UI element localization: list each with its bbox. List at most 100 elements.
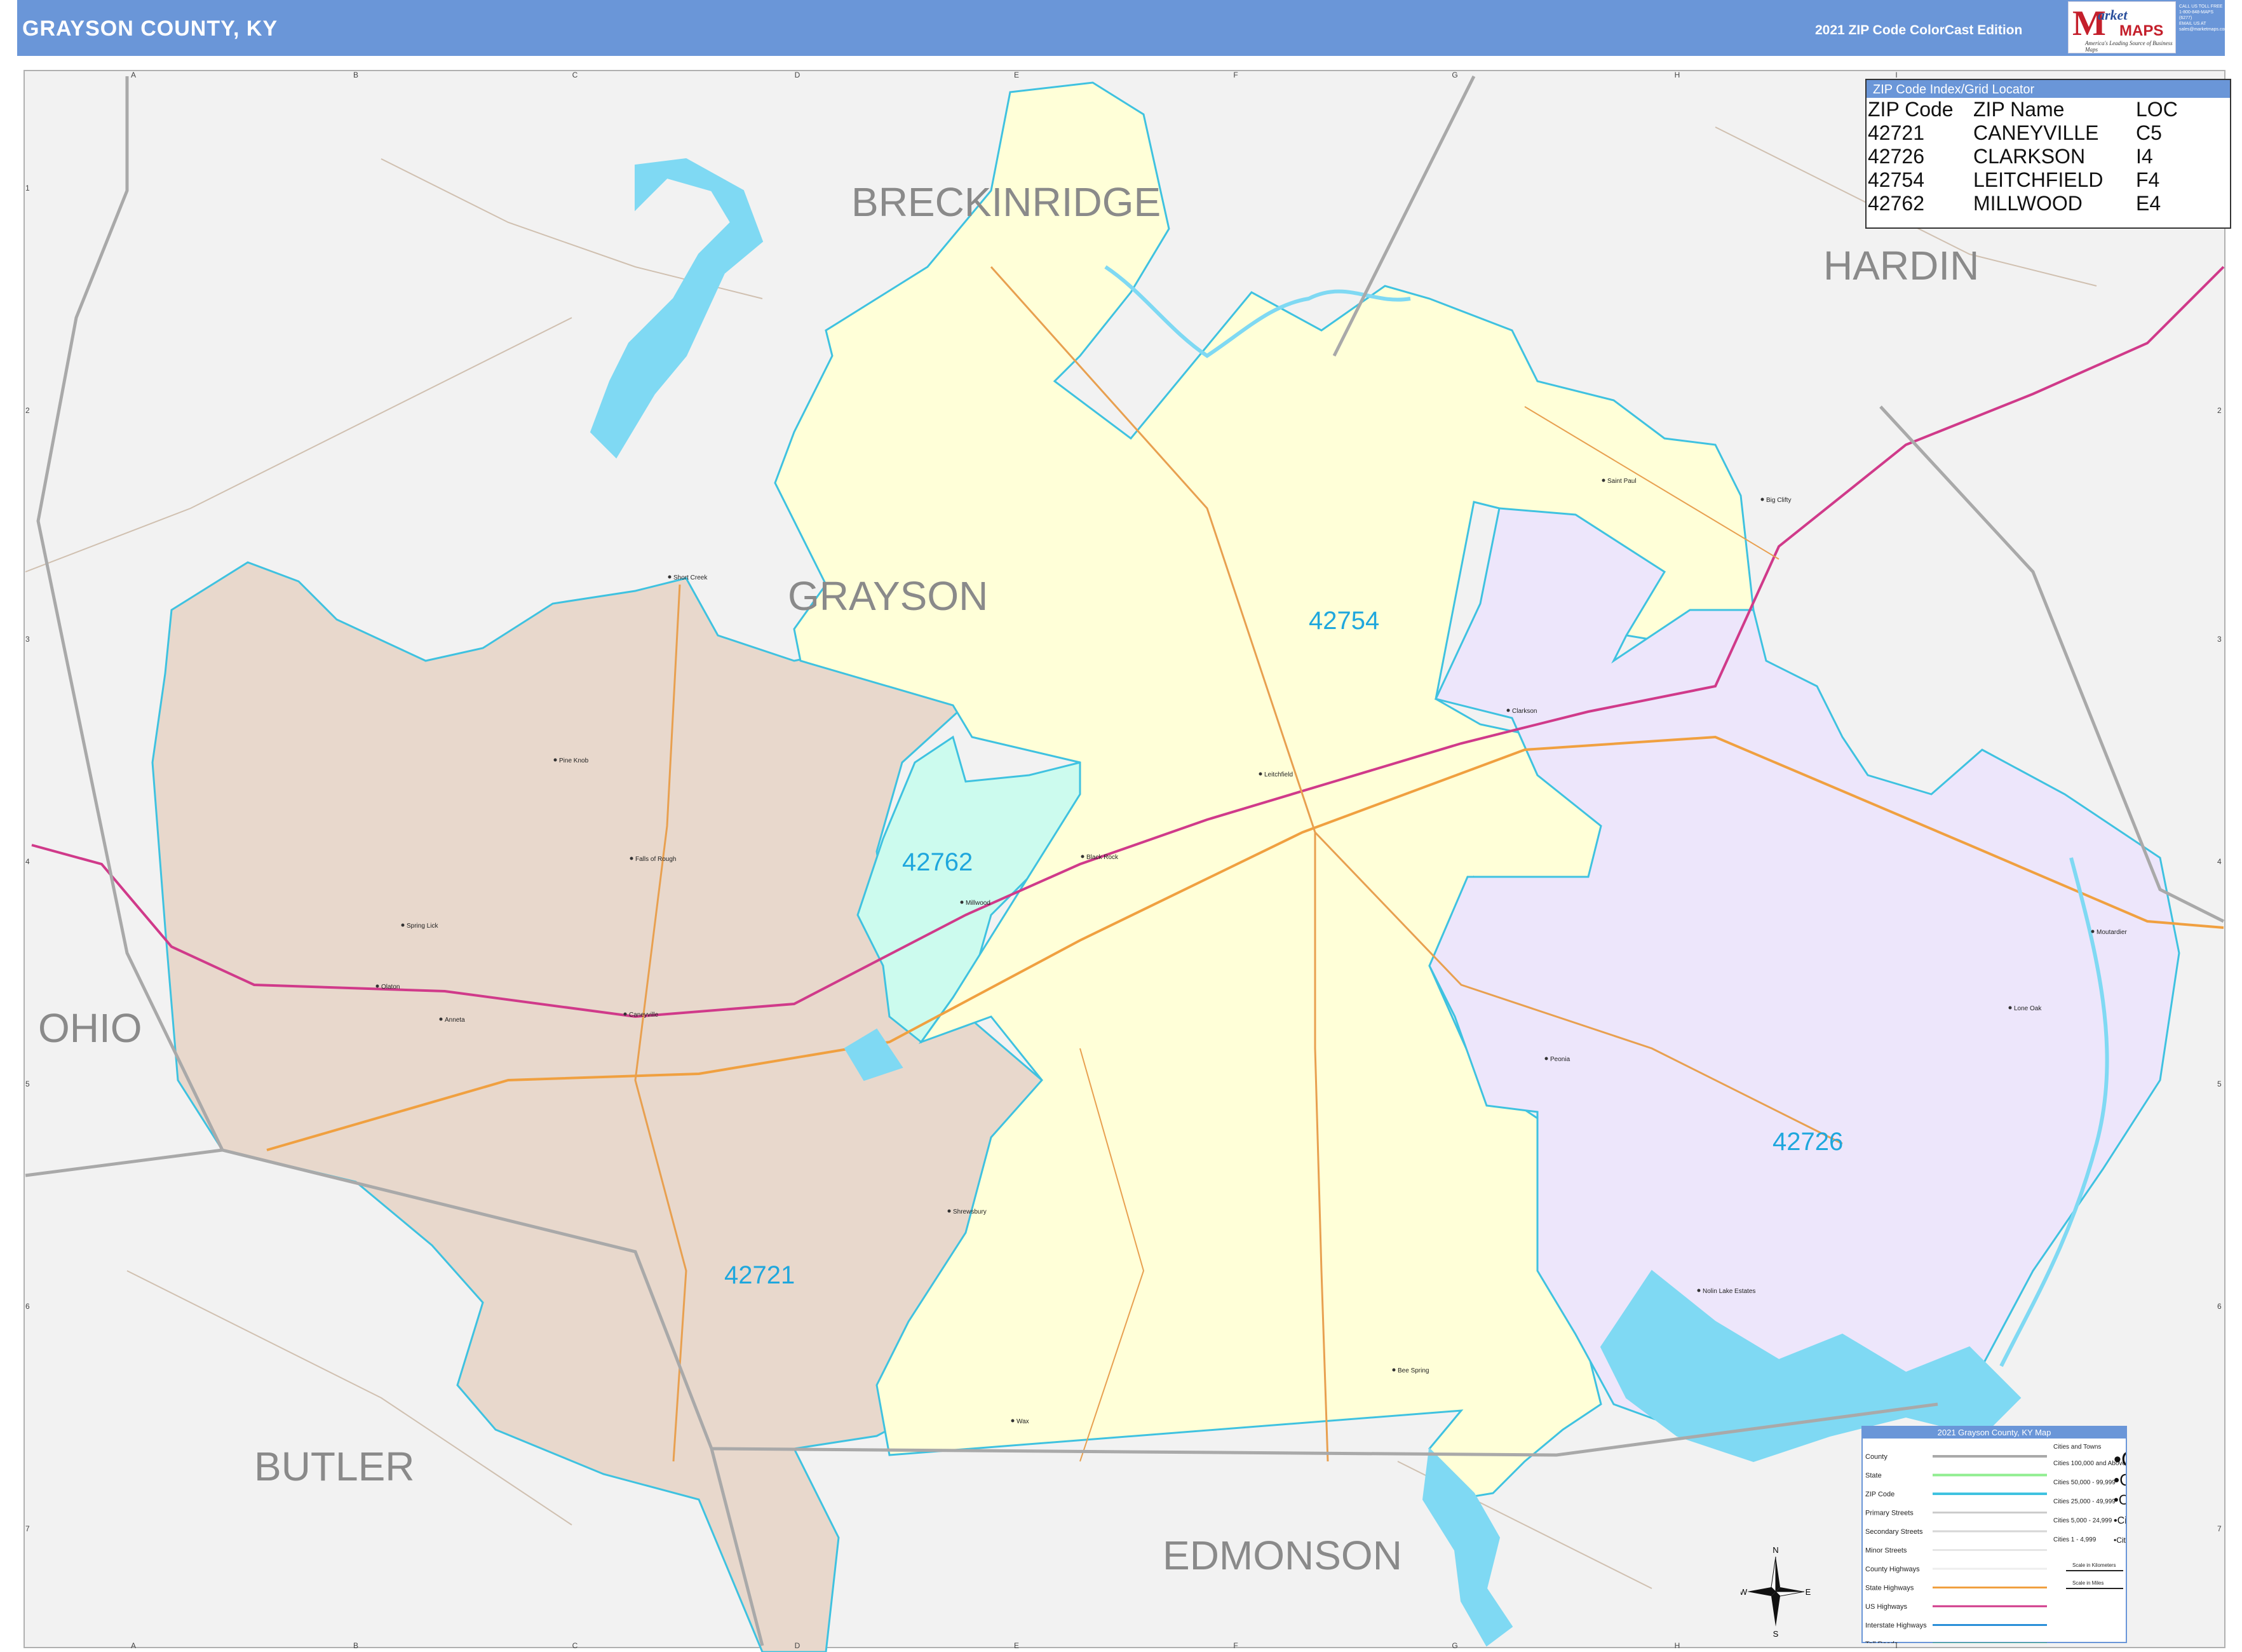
grid-row-label: 2	[25, 406, 30, 415]
legend-city-size: Cities 1 - 4,999	[2053, 1536, 2097, 1543]
grid-col-label: A	[131, 71, 136, 79]
town-label: Leitchfield	[1264, 771, 1293, 778]
legend-item-label: State Highways	[1865, 1585, 1914, 1592]
town-marker	[960, 900, 964, 904]
legend-city-sample: •City	[2114, 1492, 2126, 1508]
zip-label: 42726	[1773, 1128, 1843, 1156]
grid-col-label: C	[572, 1641, 578, 1650]
town-label: Big Clifty	[1766, 497, 1791, 504]
zip-label: 42762	[902, 848, 973, 876]
table-row[interactable]: 42754 LEITCHFIELD F4	[1868, 168, 2182, 192]
grid-row-label: 4	[2217, 857, 2222, 866]
grid-col-label: B	[353, 1641, 358, 1650]
grid-col-label: A	[131, 1641, 136, 1650]
zip-cell: 42721	[1868, 121, 1924, 144]
legend-item-label: US Highways	[1865, 1603, 1908, 1611]
town-label: Clarkson	[1512, 708, 1537, 715]
legend-city-size: Cities 5,000 - 24,999	[2053, 1517, 2112, 1524]
compass-w: W	[1741, 1587, 1748, 1597]
grid-row-label: 1	[25, 184, 30, 193]
legend-item-label: Primary Streets	[1865, 1510, 1914, 1517]
grid-col-label: G	[1452, 71, 1457, 79]
town-label: Anneta	[445, 1017, 465, 1024]
compass-s: S	[1773, 1629, 1779, 1639]
town-marker	[1697, 1289, 1701, 1292]
table-row[interactable]: 42762 MILLWOOD E4	[1868, 192, 2182, 215]
town-marker	[1011, 1419, 1015, 1423]
county-label: OHIO	[38, 1005, 142, 1051]
town-label: Millwood	[966, 900, 990, 907]
town-label: Moutardier	[2097, 929, 2127, 936]
town-label: Falls of Rough	[635, 856, 676, 863]
town-marker	[1081, 855, 1084, 858]
legend-item-label: Interstate Highways	[1865, 1622, 1927, 1630]
town-marker	[1544, 1057, 1548, 1060]
town-marker	[1760, 498, 1764, 501]
town-marker	[1259, 772, 1262, 776]
town-marker	[2091, 930, 2095, 933]
grid-row-label: 2	[2217, 406, 2222, 415]
town-marker	[947, 1209, 951, 1213]
town-marker	[439, 1017, 443, 1021]
map-legend: 2021 Grayson County, KY Map County State Z…	[1861, 1426, 2127, 1643]
town-marker	[630, 856, 633, 860]
grid-row-label: 5	[25, 1080, 30, 1088]
legend-title: 2021 Grayson County, KY Map	[1863, 1427, 2126, 1439]
table-row[interactable]: 42721 CANEYVILLE C5	[1868, 121, 2182, 145]
county-label: BRECKINRIDGE	[851, 179, 1161, 225]
zip-index-title: ZIP Code Index/Grid Locator	[1867, 80, 2230, 98]
legend-item-label: Minor Streets	[1865, 1547, 1907, 1555]
loc-cell: C5	[2136, 121, 2162, 144]
zip-name-cell: MILLWOOD	[1973, 192, 2083, 215]
town-label: Spring Lick	[407, 923, 438, 930]
loc-cell: I4	[2136, 145, 2153, 168]
grid-col-label: E	[1014, 1641, 1019, 1650]
grid-row-label: 4	[25, 857, 30, 866]
town-label: Black Rock	[1086, 854, 1119, 861]
town-marker	[2008, 1006, 2012, 1010]
map-canvas[interactable]: AABBCCDDEEFFGGHHII11223344556677 BRECKIN…	[0, 0, 2242, 1652]
lake-shape	[590, 158, 764, 459]
grid-col-label: G	[1452, 1641, 1457, 1650]
town-marker	[1506, 708, 1510, 712]
legend-city-size: Cities 50,000 - 99,999	[2053, 1479, 2116, 1486]
compass-n: N	[1773, 1545, 1778, 1555]
legend-city-sample: •City	[2114, 1536, 2126, 1545]
grid-col-label: F	[1233, 71, 1238, 79]
grid-col-label: H	[1675, 1641, 1680, 1650]
grid-col-label: F	[1233, 1641, 1238, 1650]
compass-rose-icon: N S E W	[1741, 1545, 1811, 1639]
loc-cell: F4	[2136, 168, 2160, 191]
grid-col-label: E	[1014, 71, 1019, 79]
zip-index-grid: ZIP Code ZIP Name LOC 42721 CANEYVILLE C…	[1868, 98, 2182, 215]
grid-row-label: 3	[2217, 635, 2222, 644]
minor-road	[25, 317, 572, 572]
grid-row-label: 6	[25, 1302, 30, 1311]
legend-item-label: Secondary Streets	[1865, 1528, 1923, 1536]
town-label: Nolin Lake Estates	[1703, 1288, 1755, 1295]
county-label: EDMONSON	[1163, 1533, 1402, 1578]
col-zip-name: ZIP Name	[1973, 98, 2065, 121]
legend-scale-mi: Scale in Miles	[2072, 1580, 2104, 1586]
legend-city-size: Cities 25,000 - 49,999	[2053, 1498, 2116, 1505]
town-label: Saint Paul	[1607, 478, 1637, 485]
legend-item-label: County	[1865, 1453, 1887, 1461]
county-label: GRAYSON	[788, 573, 988, 619]
zip-label: 42754	[1309, 607, 1379, 635]
grid-col-label: I	[1895, 71, 1897, 79]
legend-symbols: County State ZIP Code Primary Streets Second…	[1865, 1444, 2126, 1643]
legend-city-sample: •City	[2114, 1470, 2126, 1489]
town-label: Wax	[1016, 1418, 1029, 1425]
legend-item-label: Toll Roads	[1865, 1641, 1898, 1643]
grid-row-label: 7	[25, 1524, 30, 1533]
loc-cell: E4	[2136, 192, 2161, 215]
legend-city-sample: •City	[2114, 1447, 2126, 1472]
town-label: Bee Spring	[1398, 1367, 1429, 1374]
zip-name-cell: LEITCHFIELD	[1973, 168, 2104, 191]
legend-cities-title: Cities and Towns	[2053, 1444, 2101, 1451]
table-row[interactable]: 42726 CLARKSON I4	[1868, 145, 2182, 168]
grid-row-label: 5	[2217, 1080, 2222, 1088]
legend-item-label: County Highways	[1865, 1566, 1920, 1573]
grid-col-label: C	[572, 71, 578, 79]
town-label: Peonia	[1550, 1056, 1570, 1063]
